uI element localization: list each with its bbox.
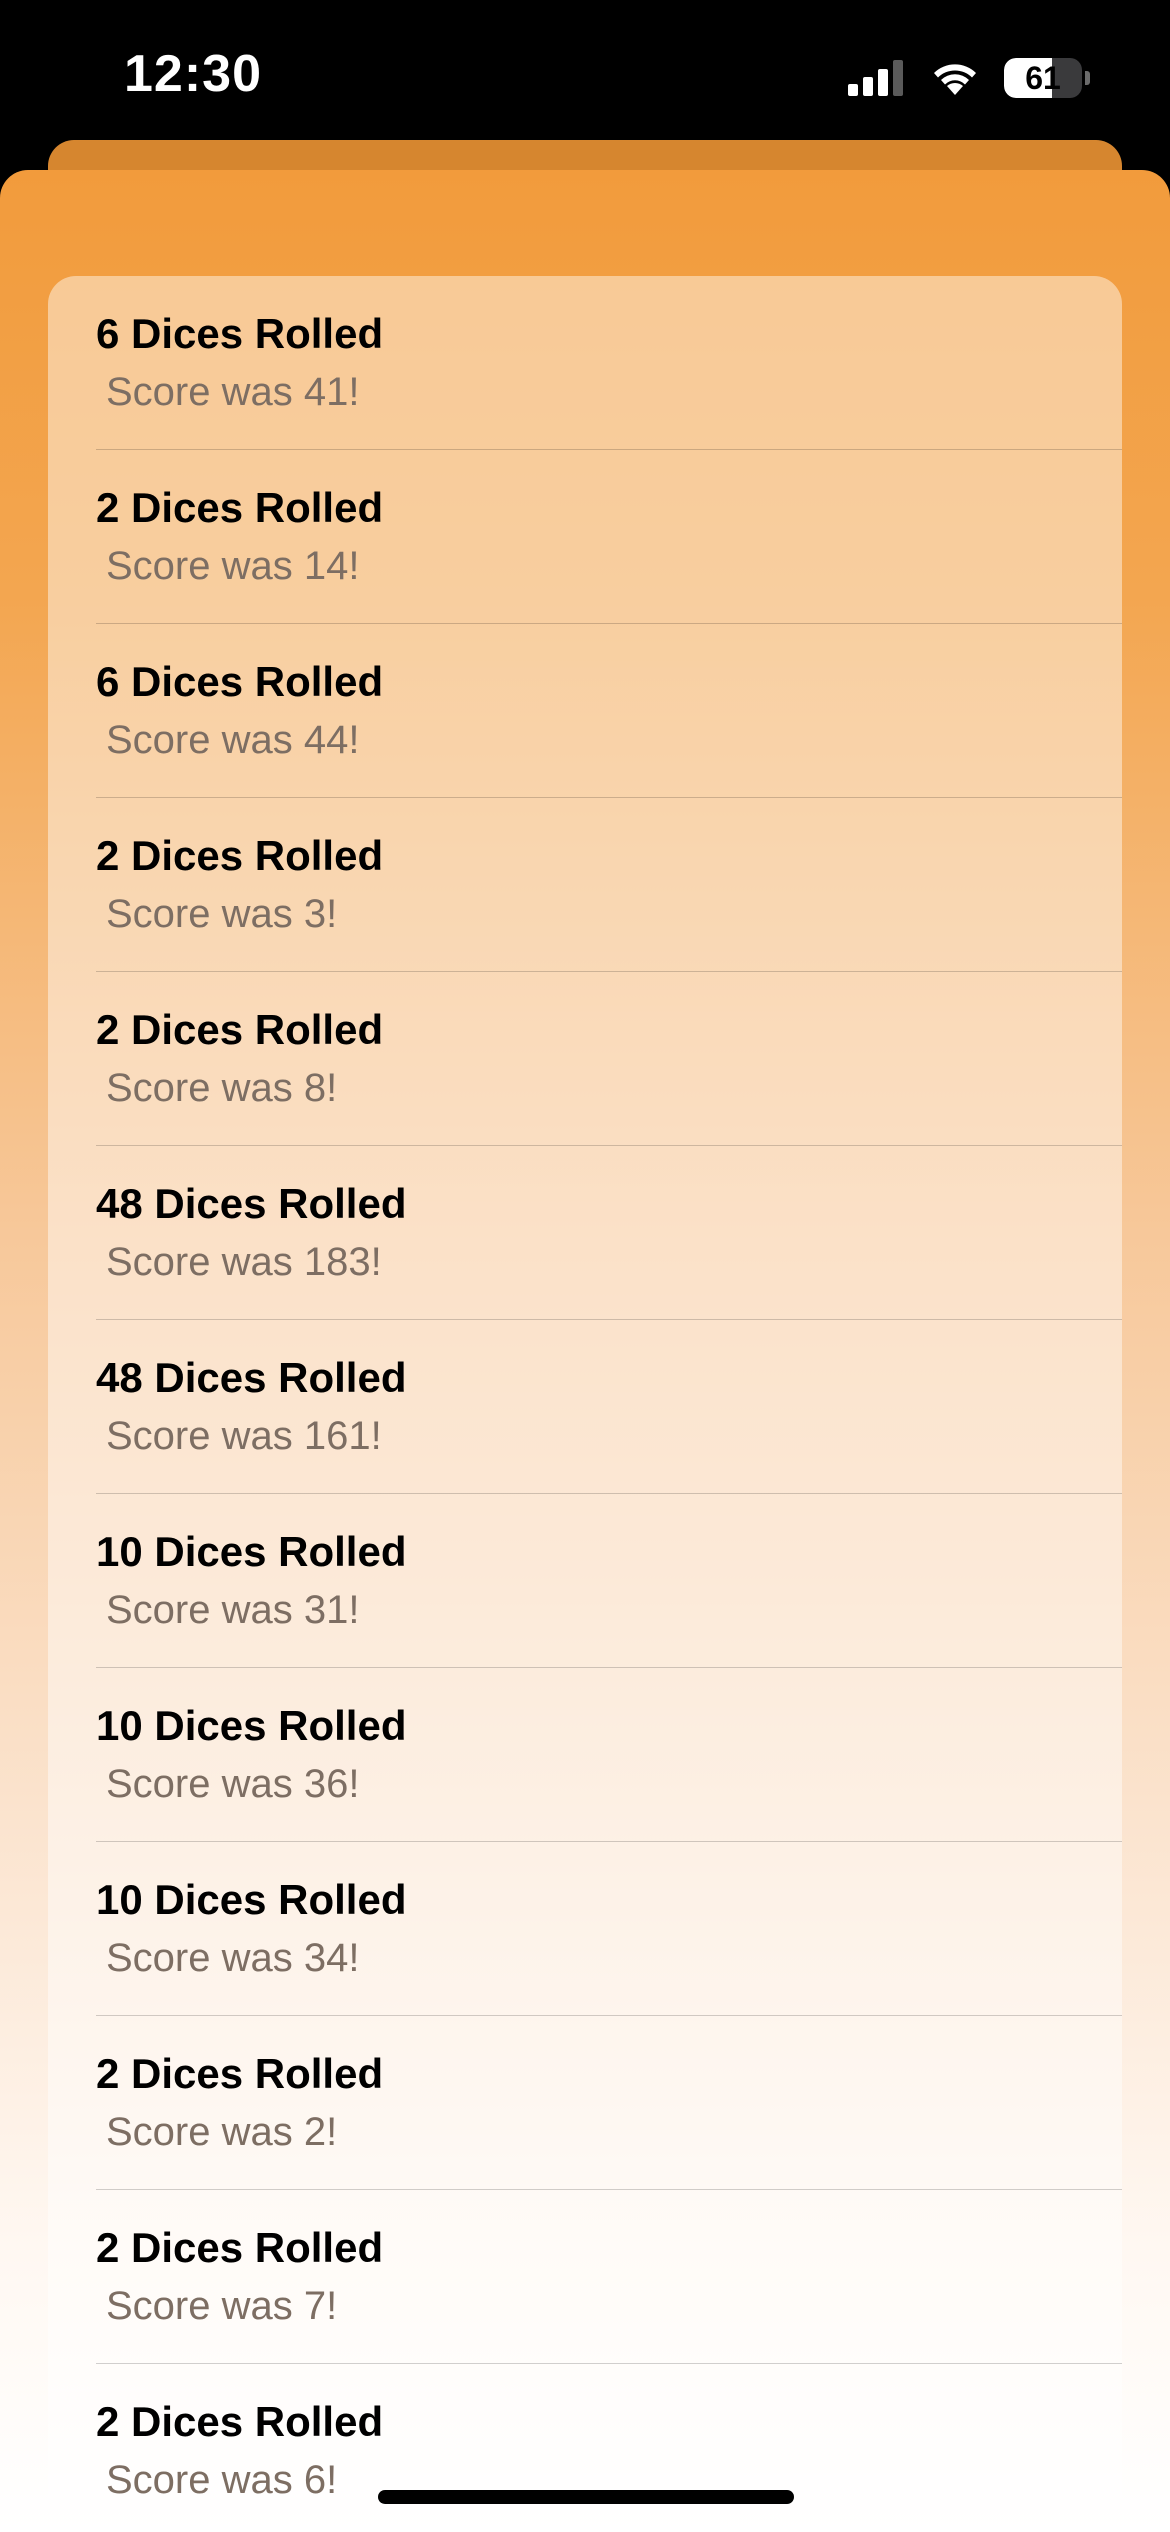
list-item[interactable]: 10 Dices Rolled Score was 34! bbox=[48, 1842, 1122, 2016]
roll-title: 48 Dices Rolled bbox=[96, 1354, 407, 1401]
list-item[interactable]: 6 Dices Rolled Score was 41! bbox=[48, 276, 1122, 450]
list-item[interactable]: 2 Dices Rolled Score was 8! bbox=[48, 972, 1122, 1146]
list-item[interactable]: 2 Dices Rolled Score was 6! bbox=[48, 2364, 1122, 2532]
roll-score: Score was 44! bbox=[106, 718, 360, 762]
roll-history-list[interactable]: 6 Dices Rolled Score was 41! 2 Dices Rolle… bbox=[48, 276, 1122, 2532]
status-bar: 12:30 61 bbox=[0, 0, 1170, 160]
roll-title: 2 Dices Rolled bbox=[96, 2398, 384, 2445]
list-item[interactable]: 2 Dices Rolled Score was 3! bbox=[48, 798, 1122, 972]
status-time: 12:30 bbox=[124, 45, 262, 103]
roll-score: Score was 2! bbox=[106, 2110, 338, 2154]
list-item[interactable]: 6 Dices Rolled Score was 44! bbox=[48, 624, 1122, 798]
roll-score: Score was 36! bbox=[106, 1762, 360, 1806]
wifi-icon bbox=[934, 64, 976, 95]
roll-title: 10 Dices Rolled bbox=[96, 1702, 407, 1749]
list-item[interactable]: 2 Dices Rolled Score was 7! bbox=[48, 2190, 1122, 2364]
roll-title: 2 Dices Rolled bbox=[96, 2050, 384, 2097]
roll-title: 2 Dices Rolled bbox=[96, 832, 384, 879]
list-item[interactable]: 10 Dices Rolled Score was 36! bbox=[48, 1668, 1122, 1842]
roll-title: 10 Dices Rolled bbox=[96, 1876, 407, 1923]
status-icons: 61 bbox=[848, 54, 1092, 102]
battery-cap bbox=[1085, 71, 1090, 85]
roll-title: 10 Dices Rolled bbox=[96, 1528, 407, 1575]
roll-score: Score was 183! bbox=[106, 1240, 382, 1284]
home-indicator[interactable] bbox=[378, 2490, 794, 2504]
roll-score: Score was 41! bbox=[106, 370, 360, 414]
roll-score: Score was 34! bbox=[106, 1936, 360, 1980]
list-item[interactable]: 48 Dices Rolled Score was 161! bbox=[48, 1320, 1122, 1494]
roll-title: 48 Dices Rolled bbox=[96, 1180, 407, 1227]
list-item[interactable]: 2 Dices Rolled Score was 2! bbox=[48, 2016, 1122, 2190]
roll-title: 6 Dices Rolled bbox=[96, 310, 384, 357]
roll-score: Score was 31! bbox=[106, 1588, 360, 1632]
roll-score: Score was 7! bbox=[106, 2284, 338, 2328]
roll-title: 6 Dices Rolled bbox=[96, 658, 384, 705]
roll-score: Score was 8! bbox=[106, 1066, 338, 1110]
list-item[interactable]: 10 Dices Rolled Score was 31! bbox=[48, 1494, 1122, 1668]
roll-score: Score was 6! bbox=[106, 2458, 338, 2502]
roll-score: Score was 161! bbox=[106, 1414, 382, 1458]
roll-title: 2 Dices Rolled bbox=[96, 2224, 384, 2271]
cellular-signal-icon bbox=[848, 60, 903, 96]
battery-percent: 61 bbox=[1025, 60, 1061, 96]
history-sheet: 6 Dices Rolled Score was 41! 2 Dices Rolle… bbox=[0, 170, 1170, 2532]
roll-score: Score was 3! bbox=[106, 892, 338, 936]
list-item[interactable]: 2 Dices Rolled Score was 14! bbox=[48, 450, 1122, 624]
roll-score: Score was 14! bbox=[106, 544, 360, 588]
roll-title: 2 Dices Rolled bbox=[96, 484, 384, 531]
roll-title: 2 Dices Rolled bbox=[96, 1006, 384, 1053]
screen: 12:30 61 6 Dices Rolled Score was 41! 2 … bbox=[0, 0, 1170, 2532]
battery-body: 61 bbox=[1004, 58, 1082, 98]
list-item[interactable]: 48 Dices Rolled Score was 183! bbox=[48, 1146, 1122, 1320]
battery-icon: 61 bbox=[1004, 57, 1092, 99]
